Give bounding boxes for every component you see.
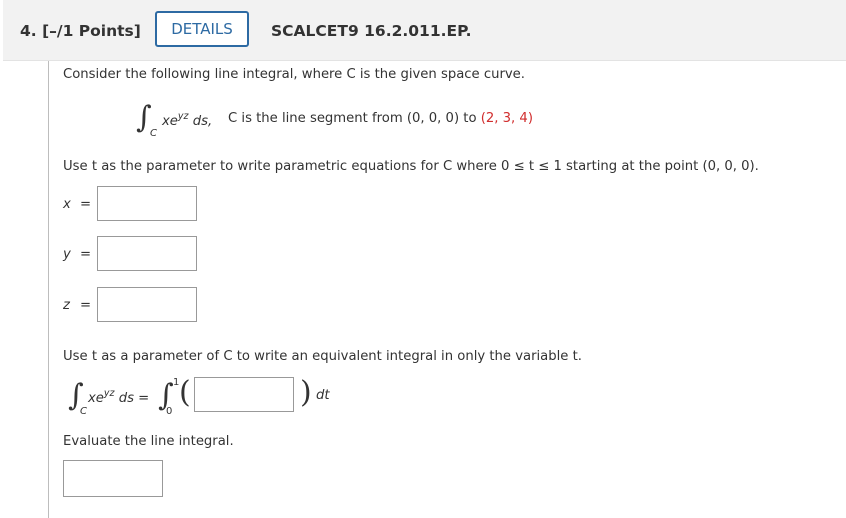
z-label: z [63,298,70,313]
lhs-subscript: C [80,406,87,417]
equiv-instruction: Use t as a parameter of C to write an eq… [63,349,582,364]
x-label: x [63,197,71,212]
y-label: y [63,247,71,262]
evaluate-instruction: Evaluate the line integral. [63,434,234,449]
x-equals: = [80,197,92,212]
question-number: 4. [–/1 Points] [20,22,141,40]
integrand: xeyz ds, [162,111,213,129]
integral-subscript: C [150,128,157,139]
x-input[interactable] [97,186,197,221]
content-left-border [48,61,49,518]
details-button[interactable]: DETAILS [155,11,249,47]
curve-description: C is the line segment from (0, 0, 0) to … [228,111,533,126]
right-paren: ) [300,375,312,410]
answer-input[interactable] [63,460,163,497]
dt-label: dt [316,388,330,403]
z-equals: = [80,298,92,313]
integrand-input[interactable] [194,377,294,412]
y-equals: = [80,247,92,262]
curve-endpoint: (2, 3, 4) [480,111,533,126]
left-paren: ( [179,375,191,410]
intro-text: Consider the following line integral, wh… [63,67,525,82]
lhs-integrand: xeyz ds = [88,388,150,406]
lower-limit: 0 [166,406,173,417]
question-header: 4. [–/1 Points] DETAILS SCALCET9 16.2.01… [3,0,846,61]
y-input[interactable] [97,236,197,271]
problem-code: SCALCET9 16.2.011.EP. [271,22,472,40]
z-input[interactable] [97,287,197,322]
param-instruction: Use t as the parameter to write parametr… [63,159,759,174]
